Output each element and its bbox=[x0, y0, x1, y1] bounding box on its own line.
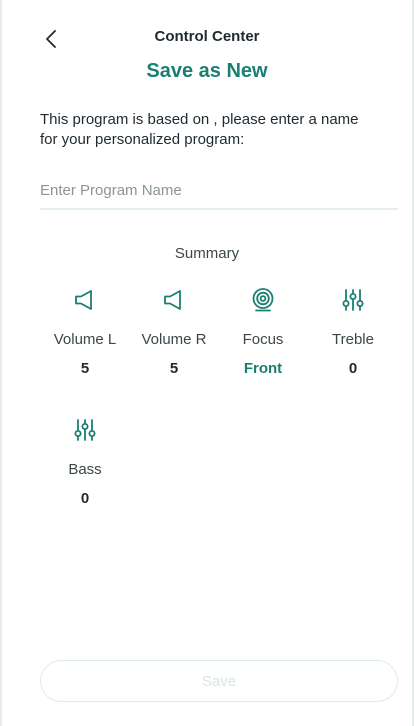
summary-item-focus: Focus Front bbox=[218, 285, 308, 377]
program-name-input[interactable] bbox=[40, 172, 398, 210]
summary-title: Summary bbox=[174, 245, 240, 262]
summary-item-value: 5 bbox=[169, 360, 179, 377]
summary-item-treble: Treble 0 bbox=[308, 285, 398, 377]
description-text: This program is based on , please enter … bbox=[40, 111, 359, 148]
speaker-icon bbox=[75, 290, 92, 310]
summary-item-value: 0 bbox=[348, 360, 358, 377]
summary-item-value: 0 bbox=[80, 490, 90, 507]
summary-item-volume-l: Volume L 5 bbox=[40, 285, 130, 377]
equalizer-icon bbox=[342, 289, 364, 311]
summary-item-label: Volume L bbox=[53, 331, 117, 348]
save-as-new-screen: Control Center Save as New This program … bbox=[0, 0, 414, 726]
summary-item-label: Bass bbox=[68, 461, 102, 478]
save-button[interactable]: Save bbox=[40, 660, 398, 702]
equalizer-icon bbox=[74, 419, 96, 441]
header-title: Control Center bbox=[154, 28, 260, 45]
summary-item-label: Focus bbox=[242, 331, 284, 348]
summary-item-value: Front bbox=[243, 360, 283, 377]
speaker-icon bbox=[164, 290, 181, 310]
summary-item-label: Treble bbox=[332, 331, 374, 348]
focus-icon bbox=[252, 288, 274, 312]
summary-item-value: 5 bbox=[80, 360, 90, 377]
summary-item-bass: Bass 0 bbox=[40, 415, 130, 507]
page-title: Save as New bbox=[146, 60, 268, 82]
summary-item-label: Volume R bbox=[141, 331, 207, 348]
summary-item-volume-r: Volume R 5 bbox=[129, 285, 219, 377]
